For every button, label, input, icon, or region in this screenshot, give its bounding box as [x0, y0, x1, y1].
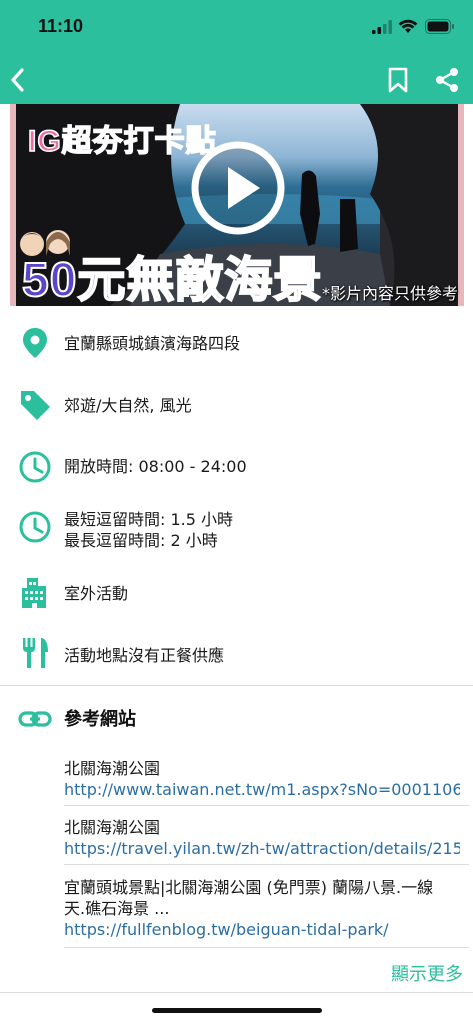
home-indicator[interactable] — [152, 1008, 322, 1013]
battery-icon — [425, 19, 454, 34]
media-title-text: 50元無敵海景 — [21, 253, 323, 306]
wifi-icon — [398, 19, 418, 33]
fork-knife-icon — [23, 638, 48, 668]
cellular-signal-icon — [372, 20, 392, 34]
back-chevron-left-icon[interactable] — [6, 64, 30, 96]
reference-url-link[interactable]: https://fullfenblog.tw/beiguan-tidal-par… — [64, 919, 460, 940]
media-disclaimer: *影片內容只供參考 — [321, 284, 458, 303]
address-text: 宜蘭縣頭城鎮濱海路四段 — [64, 334, 241, 353]
reference-divider — [64, 947, 469, 948]
app-header: 11:10 — [0, 0, 473, 104]
bookmark-icon[interactable] — [388, 67, 408, 93]
activity-type-text: 室外活動 — [64, 584, 129, 603]
bottom-divider — [0, 992, 473, 993]
play-icon[interactable] — [190, 140, 286, 236]
food-info-text: 活動地點沒有正餐供應 — [64, 646, 225, 665]
reference-name: 北關海潮公園 — [64, 759, 161, 778]
min-stay-text: 最短逗留時間: 1.5 小時 — [64, 510, 234, 529]
media-tag-text: IG超夯打卡點 — [27, 124, 217, 159]
reference-item-1[interactable]: 北關海潮公園 http://www.taiwan.net.tw/m1.aspx?… — [64, 758, 460, 800]
reference-url-link[interactable]: https://travel.yilan.tw/zh-tw/attraction… — [64, 838, 460, 859]
category-text: 郊遊/大自然, 風光 — [64, 396, 192, 415]
opening-hours-text: 開放時間: 08:00 - 24:00 — [64, 457, 247, 476]
reference-item-2[interactable]: 北關海潮公園 https://travel.yilan.tw/zh-tw/att… — [64, 817, 460, 859]
reference-divider — [64, 864, 469, 865]
reference-name-continued: 天.礁石海景 ... — [64, 899, 170, 918]
status-bar: 11:10 — [0, 0, 473, 56]
reference-item-3[interactable]: 宜蘭頭城景點|北關海潮公園 (免門票) 蘭陽八景.一線 天.礁石海景 ... h… — [64, 877, 460, 940]
status-time: 11:10 — [38, 16, 84, 36]
reference-name: 北關海潮公園 — [64, 818, 161, 837]
duration-clock-icon — [19, 511, 51, 543]
reference-name: 宜蘭頭城景點|北關海潮公園 (免門票) 蘭陽八景.一線 — [64, 878, 434, 897]
section-divider — [0, 685, 473, 686]
show-more-button[interactable]: 顯示更多 — [391, 960, 463, 986]
link-icon — [18, 711, 52, 727]
max-stay-text: 最長逗留時間: 2 小時 — [64, 531, 218, 550]
share-icon[interactable] — [434, 67, 460, 93]
building-icon — [22, 578, 46, 608]
location-pin-icon — [23, 328, 47, 358]
reference-divider — [64, 805, 469, 806]
tag-icon — [21, 391, 50, 420]
reference-url-link[interactable]: http://www.taiwan.net.tw/m1.aspx?sNo=000… — [64, 779, 460, 800]
clock-icon — [19, 451, 51, 483]
references-title: 參考網站 — [64, 709, 136, 730]
video-thumbnail[interactable]: IG超夯打卡點 50元無敵海景 *影片內容只供參考 — [10, 104, 464, 306]
